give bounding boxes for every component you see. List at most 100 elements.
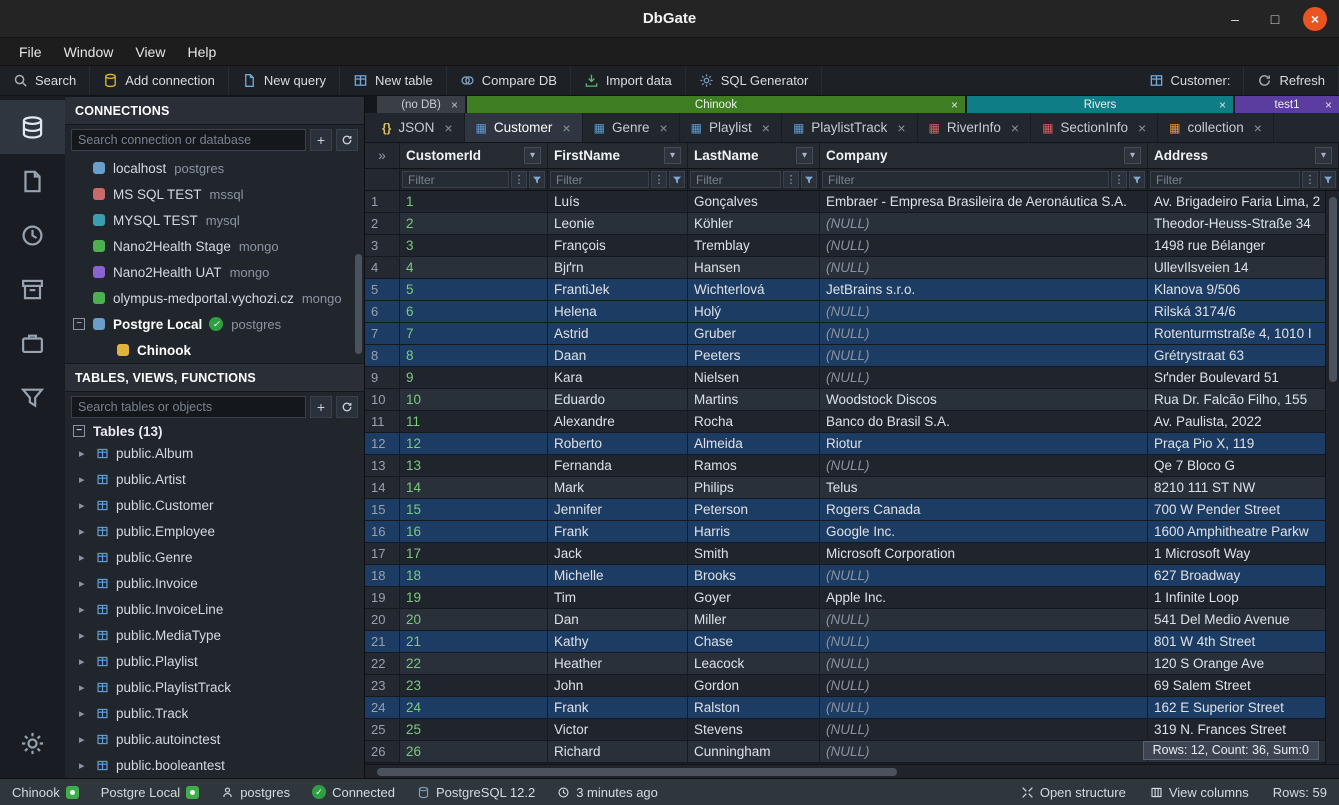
close-icon[interactable]: × <box>1011 120 1019 136</box>
tab-group[interactable]: test1 × <box>1235 96 1339 113</box>
cell-company[interactable]: (NULL) <box>820 719 1148 740</box>
table-row[interactable]: 20 20 Dan Miller (NULL) 541 Del Medio Av… <box>365 609 1339 631</box>
connection-item[interactable]: − olympus-medportal.vychozi.cz ✓ mongo <box>65 285 364 311</box>
connections-view-button[interactable] <box>0 100 65 154</box>
cell-customerid[interactable]: 21 <box>400 631 548 652</box>
column-dropdown-icon[interactable]: ▾ <box>1315 147 1332 164</box>
column-header[interactable]: Address ▾ <box>1148 143 1339 168</box>
row-number[interactable]: 8 <box>365 345 400 366</box>
cell-address[interactable]: 541 Del Medio Avenue <box>1148 609 1339 630</box>
cell-lastname[interactable]: Hansen <box>688 257 820 278</box>
connection-item[interactable]: − MS SQL TEST ✓ mssql <box>65 181 364 207</box>
cell-customerid[interactable]: 18 <box>400 565 548 586</box>
table-row[interactable]: 4 4 Bjґrn Hansen (NULL) UllevІlsveien 14 <box>365 257 1339 279</box>
add-table-small-button[interactable]: + <box>310 396 332 418</box>
close-icon[interactable]: × <box>659 120 667 136</box>
table-row[interactable]: 11 11 Alexandre Rocha Banco do Brasil S.… <box>365 411 1339 433</box>
tab[interactable]: ▦ PlaylistTrack × <box>782 113 918 142</box>
cell-firstname[interactable]: Fernanda <box>548 455 688 476</box>
minimize-icon[interactable]: – <box>1223 7 1247 31</box>
cell-lastname[interactable]: Philips <box>688 477 820 498</box>
cell-customerid[interactable]: 24 <box>400 697 548 718</box>
close-icon[interactable]: × <box>562 120 570 136</box>
row-number[interactable]: 6 <box>365 301 400 322</box>
compare-db-button[interactable]: Compare DB <box>447 66 571 95</box>
sql-generator-button[interactable]: SQL Generator <box>686 66 823 95</box>
table-item[interactable]: ▸ public.Genre <box>65 544 364 570</box>
table-row[interactable]: 22 22 Heather Leacock (NULL) 120 S Orang… <box>365 653 1339 675</box>
vertical-scrollbar[interactable] <box>1325 191 1339 764</box>
cell-customerid[interactable]: 23 <box>400 675 548 696</box>
table-row[interactable]: 14 14 Mark Philips Telus 8210 111 ST NW <box>365 477 1339 499</box>
close-icon[interactable]: × <box>951 98 958 112</box>
row-number[interactable]: 7 <box>365 323 400 344</box>
kebab-menu-icon[interactable]: ⋮ <box>1111 171 1127 188</box>
table-item[interactable]: ▸ public.Album <box>65 440 364 466</box>
cell-address[interactable]: 319 N. Frances Street <box>1148 719 1339 740</box>
cell-address[interactable]: 627 Broadway <box>1148 565 1339 586</box>
cell-lastname[interactable]: Leacock <box>688 653 820 674</box>
table-item[interactable]: ▸ public.InvoiceLine <box>65 596 364 622</box>
row-number[interactable]: 25 <box>365 719 400 740</box>
cell-company[interactable]: Microsoft Corporation <box>820 543 1148 564</box>
table-item[interactable]: ▸ public.booleantest <box>65 752 364 778</box>
table-row[interactable]: 5 5 FrantiЈek Wichterlová JetBrains s.r.… <box>365 279 1339 301</box>
cell-address[interactable]: 120 S Orange Ave <box>1148 653 1339 674</box>
column-header[interactable]: LastName ▾ <box>688 143 820 168</box>
cell-customerid[interactable]: 13 <box>400 455 548 476</box>
menu-item[interactable]: Help <box>176 41 227 63</box>
left-panel-scrollbar[interactable] <box>355 254 362 354</box>
table-row[interactable]: 13 13 Fernanda Ramos (NULL) Qe 7 Bloco G <box>365 455 1339 477</box>
add-connection-button[interactable]: Add connection <box>90 66 229 95</box>
cell-lastname[interactable]: Goyer <box>688 587 820 608</box>
cell-company[interactable]: (NULL) <box>820 257 1148 278</box>
cell-address[interactable]: Klanova 9/506 <box>1148 279 1339 300</box>
cell-customerid[interactable]: 25 <box>400 719 548 740</box>
search-button[interactable]: Search <box>0 66 90 95</box>
cell-firstname[interactable]: Astrid <box>548 323 688 344</box>
table-item[interactable]: ▸ public.PlaylistTrack <box>65 674 364 700</box>
cell-company[interactable]: Apple Inc. <box>820 587 1148 608</box>
filter-input[interactable] <box>550 171 649 188</box>
row-number[interactable]: 23 <box>365 675 400 696</box>
cell-lastname[interactable]: Harris <box>688 521 820 542</box>
table-item[interactable]: ▸ public.Invoice <box>65 570 364 596</box>
cell-company[interactable]: (NULL) <box>820 697 1148 718</box>
table-row[interactable]: 21 21 Kathy Chase (NULL) 801 W 4th Stree… <box>365 631 1339 653</box>
cell-address[interactable]: Av. Brigadeiro Faria Lima, 2 <box>1148 191 1339 212</box>
table-row[interactable]: 12 12 Roberto Almeida Riotur Praça Pio X… <box>365 433 1339 455</box>
table-row[interactable]: 24 24 Frank Ralston (NULL) 162 E Superio… <box>365 697 1339 719</box>
filter-input[interactable] <box>402 171 509 188</box>
close-icon[interactable]: × <box>1303 7 1327 31</box>
tab-group[interactable]: (no DB) × <box>377 96 465 113</box>
cell-lastname[interactable]: Köhler <box>688 213 820 234</box>
row-number[interactable]: 14 <box>365 477 400 498</box>
cell-customerid[interactable]: 6 <box>400 301 548 322</box>
cell-firstname[interactable]: Jennifer <box>548 499 688 520</box>
cell-firstname[interactable]: Tim <box>548 587 688 608</box>
cell-company[interactable]: Banco do Brasil S.A. <box>820 411 1148 432</box>
cell-customerid[interactable]: 10 <box>400 389 548 410</box>
close-icon[interactable]: × <box>1138 120 1146 136</box>
chevron-right-icon[interactable]: ▸ <box>79 629 89 642</box>
row-number[interactable]: 2 <box>365 213 400 234</box>
cell-firstname[interactable]: Alexandre <box>548 411 688 432</box>
connection-item[interactable]: − Postgre Local ✓ postgres <box>65 311 364 337</box>
statusbar-database[interactable]: Chinook <box>12 785 79 800</box>
cell-firstname[interactable]: Eduardo <box>548 389 688 410</box>
cell-customerid[interactable]: 14 <box>400 477 548 498</box>
cell-firstname[interactable]: Leonie <box>548 213 688 234</box>
cell-customerid[interactable]: 3 <box>400 235 548 256</box>
plugins-view-button[interactable] <box>0 316 65 370</box>
table-item[interactable]: ▸ public.MediaType <box>65 622 364 648</box>
cell-customerid[interactable]: 9 <box>400 367 548 388</box>
cell-company[interactable]: Embraer - Empresa Brasileira de Aeronáut… <box>820 191 1148 212</box>
cell-firstname[interactable]: FrantiЈek <box>548 279 688 300</box>
close-icon[interactable]: × <box>897 120 905 136</box>
cell-customerid[interactable]: 2 <box>400 213 548 234</box>
cell-customerid[interactable]: 8 <box>400 345 548 366</box>
chevron-right-icon[interactable]: ▸ <box>79 707 89 720</box>
cell-company[interactable]: (NULL) <box>820 565 1148 586</box>
filter-input[interactable] <box>1150 171 1300 188</box>
cell-company[interactable]: (NULL) <box>820 301 1148 322</box>
